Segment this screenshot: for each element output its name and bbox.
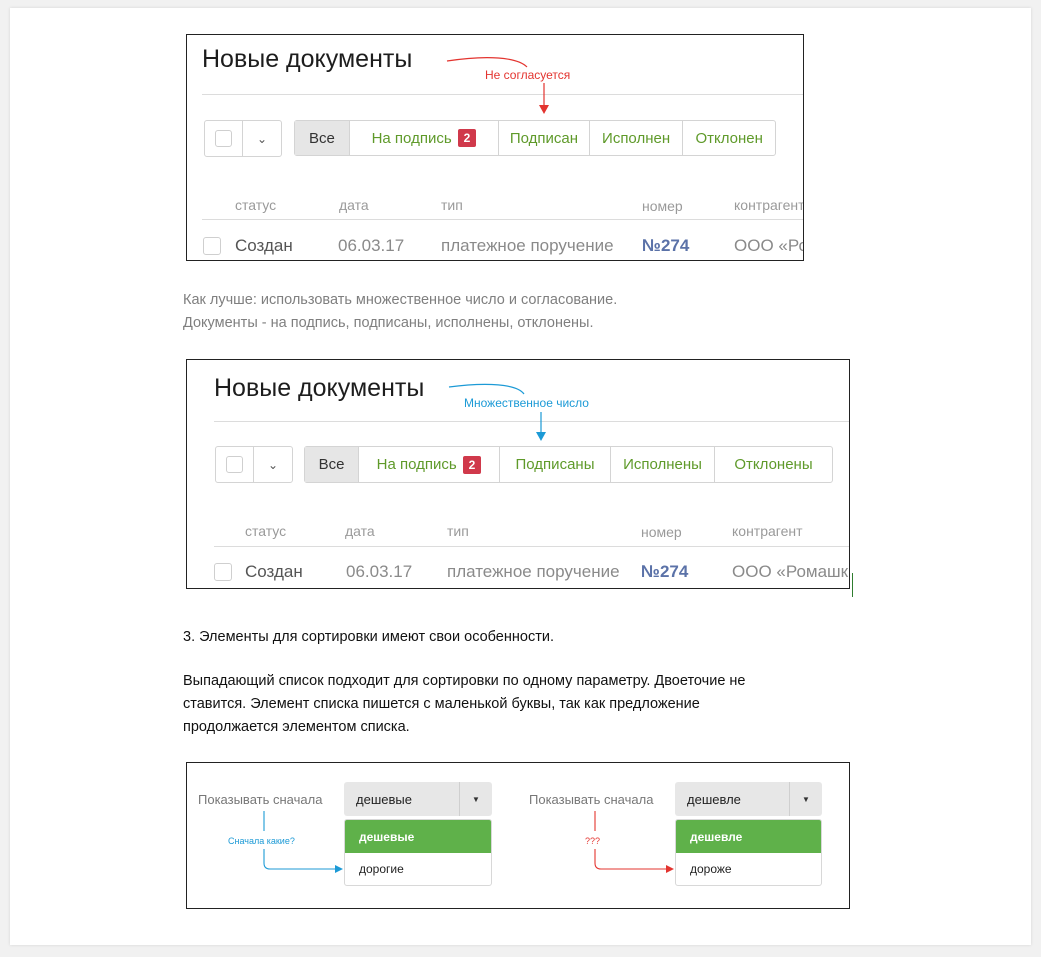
section-3-line-3: продолжается элементом списка. bbox=[183, 719, 410, 735]
section-3-line-2: ставится. Элемент списка пишется с мален… bbox=[183, 696, 700, 712]
annotation-arrow bbox=[446, 57, 549, 114]
explanation-line-1: Как лучше: использовать множественное чи… bbox=[183, 292, 618, 308]
explanation-line-2: Документы - на подпись, подписаны, испол… bbox=[183, 315, 594, 331]
page: Новые документы Не согласуется ⌄ Все На … bbox=[10, 8, 1031, 945]
sort-example-screenshot: Показывать сначала дешевые ▼ дешевые дор… bbox=[186, 762, 850, 909]
section-3-heading: 3. Элементы для сортировки имеют свои ос… bbox=[183, 629, 554, 645]
annotation-arrow bbox=[448, 383, 546, 441]
section-3-line-1: Выпадающий список подходит для сортировк… bbox=[183, 673, 746, 689]
text-cursor bbox=[852, 573, 853, 597]
annotation-arrows bbox=[263, 811, 674, 873]
example-2-screenshot: Новые документы Множественное число ⌄ Вс… bbox=[186, 359, 850, 589]
example-1-screenshot: Новые документы Не согласуется ⌄ Все На … bbox=[186, 34, 804, 261]
